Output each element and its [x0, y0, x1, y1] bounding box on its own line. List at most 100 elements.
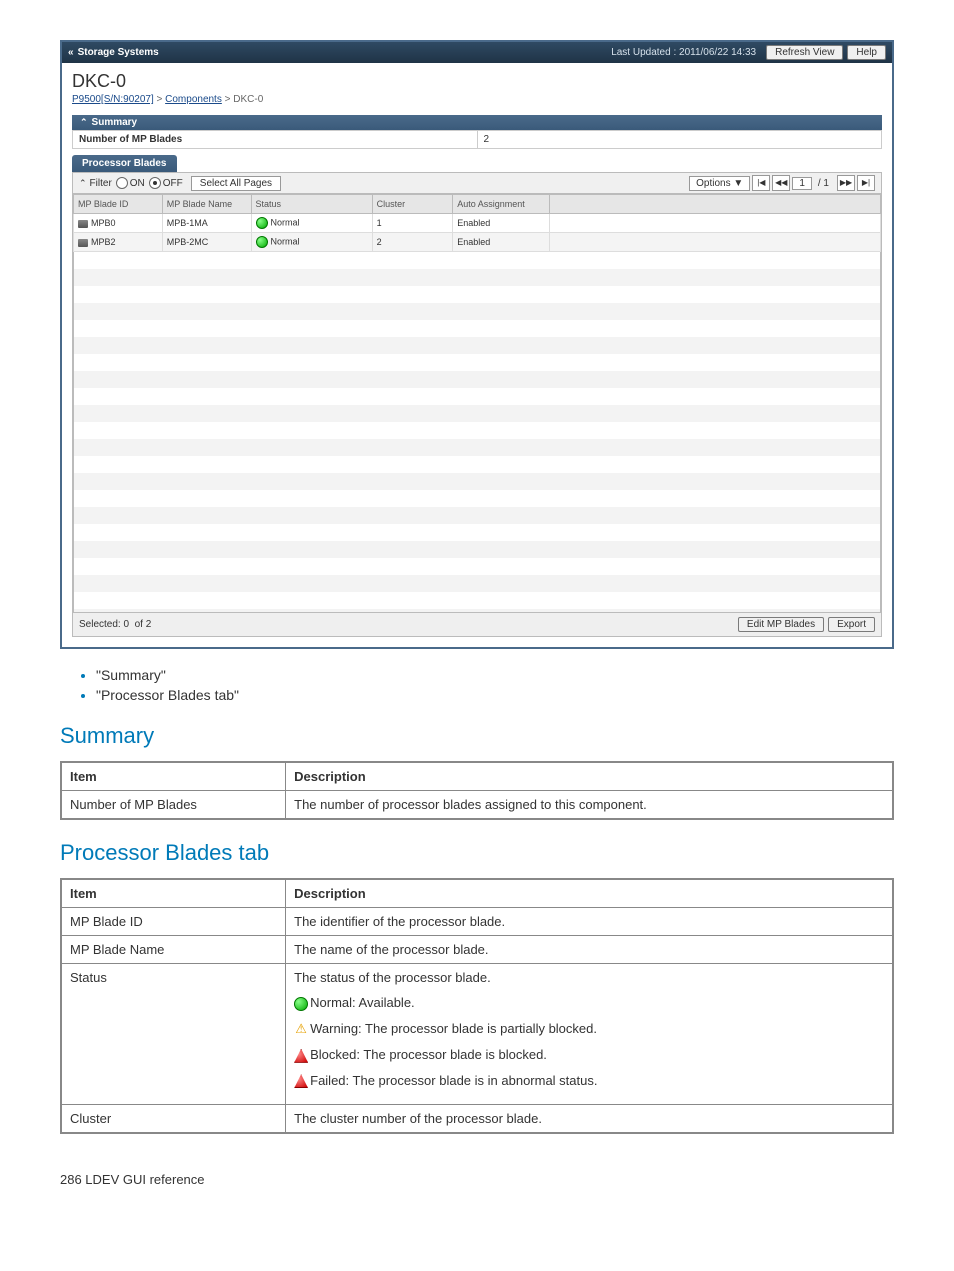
grid-col-id[interactable]: MP Blade ID [74, 195, 163, 214]
app-window: « Storage Systems Last Updated : 2011/06… [60, 40, 894, 649]
pager-current-page[interactable]: 1 [792, 177, 812, 190]
help-button[interactable]: Help [847, 45, 886, 60]
th-desc: Description [286, 879, 893, 908]
list-item: "Summary" [96, 667, 894, 683]
cell-item: Status [61, 964, 286, 1105]
last-updated-label: Last Updated : 2011/06/22 14:33 [611, 47, 756, 58]
status-normal-icon [256, 217, 268, 229]
status-failed-icon [294, 1074, 308, 1088]
cell-id: MPB0 [91, 218, 116, 228]
summary-section-header[interactable]: ⌃ Summary [72, 115, 882, 130]
summary-row: Number of MP Blades 2 [72, 130, 882, 149]
summary-title: Summary [92, 117, 138, 128]
status-normal-text: Normal: Available. [310, 995, 415, 1010]
cell-item: MP Blade ID [61, 908, 286, 936]
grid-col-spacer [550, 195, 881, 214]
status-normal-icon [256, 236, 268, 248]
cell-auto: Enabled [453, 214, 550, 233]
grid-col-cluster[interactable]: Cluster [372, 195, 453, 214]
filter-off-label: OFF [163, 178, 183, 189]
cell-cluster: 2 [372, 233, 453, 252]
tab-processor-blades[interactable]: Processor Blades [72, 155, 177, 172]
cell-cluster: 1 [372, 214, 453, 233]
list-item: "Processor Blades tab" [96, 687, 894, 703]
pager-last-button[interactable]: ▶| [857, 175, 875, 191]
pager-next-button[interactable]: ▶▶ [837, 175, 855, 191]
grid-header-row: MP Blade ID MP Blade Name Status Cluster… [74, 195, 881, 214]
grid-col-name[interactable]: MP Blade Name [162, 195, 251, 214]
cell-name: MPB-1MA [162, 214, 251, 233]
collapse-caret-icon: ⌃ [79, 178, 87, 189]
selected-count: 0 [123, 619, 129, 630]
blade-icon [78, 220, 88, 228]
cell-desc: The cluster number of the processor blad… [286, 1105, 893, 1134]
grid-empty-area [73, 252, 881, 613]
status-failed-text: Failed: The processor blade is in abnorm… [310, 1073, 597, 1088]
table-row: MP Blade Name The name of the processor … [61, 936, 893, 964]
app-title: Storage Systems [78, 47, 612, 58]
status-warning-icon: ⚠ [295, 1021, 307, 1037]
export-button[interactable]: Export [828, 617, 875, 632]
summary-row-label: Number of MP Blades [73, 131, 478, 148]
options-dropdown[interactable]: Options ▼ [689, 176, 750, 191]
summary-row-value: 2 [478, 131, 882, 148]
blade-icon [78, 239, 88, 247]
status-blocked-icon [294, 1049, 308, 1063]
breadcrumb: P9500[S/N:90207] > Components > DKC-0 [72, 94, 882, 105]
selected-total: 2 [146, 619, 152, 630]
breadcrumb-current: DKC-0 [233, 94, 263, 105]
select-all-pages-button[interactable]: Select All Pages [191, 176, 281, 191]
filter-on-radio[interactable] [116, 177, 128, 189]
collapse-caret-icon: ⌃ [80, 117, 88, 128]
cell-desc: The identifier of the processor blade. [286, 908, 893, 936]
cell-id: MPB2 [91, 237, 116, 247]
app-header: « Storage Systems Last Updated : 2011/06… [62, 42, 892, 63]
table-row[interactable]: MPB0 MPB-1MA Normal 1 Enabled [74, 214, 881, 233]
page-footer: 286 LDEV GUI reference [60, 1172, 894, 1187]
grid-status-bar: Selected: 0 of 2 Edit MP Blades Export [72, 613, 882, 637]
cell-status: Normal [271, 236, 300, 246]
filter-on-label: ON [130, 178, 145, 189]
table-row[interactable]: MPB2 MPB-2MC Normal 2 Enabled [74, 233, 881, 252]
cell-item: Number of MP Blades [61, 791, 286, 820]
th-desc: Description [286, 762, 893, 791]
doc-heading-pb-tab: Processor Blades tab [60, 840, 894, 866]
cell-desc: The number of processor blades assigned … [286, 791, 893, 820]
processor-blades-grid: MP Blade ID MP Blade Name Status Cluster… [73, 194, 881, 252]
breadcrumb-link-components[interactable]: Components [165, 94, 222, 105]
pager-total-pages: / 1 [812, 178, 835, 189]
grid-container: MP Blade ID MP Blade Name Status Cluster… [72, 194, 882, 613]
cell-name: MPB-2MC [162, 233, 251, 252]
filter-off-radio[interactable] [149, 177, 161, 189]
th-item: Item [61, 879, 286, 908]
table-row: Status The status of the processor blade… [61, 964, 893, 1105]
doc-pb-table: Item Description MP Blade ID The identif… [60, 878, 894, 1134]
grid-toolbar: ⌃ Filter ON OFF Select All Pages Options… [72, 172, 882, 194]
cell-desc: The status of the processor blade. Norma… [286, 964, 893, 1105]
table-row: Cluster The cluster number of the proces… [61, 1105, 893, 1134]
status-desc-line: The status of the processor blade. [294, 970, 884, 985]
status-normal-icon [294, 997, 308, 1011]
refresh-view-button[interactable]: Refresh View [766, 45, 843, 60]
table-row: MP Blade ID The identifier of the proces… [61, 908, 893, 936]
page-title: DKC-0 [72, 71, 882, 92]
doc-heading-summary: Summary [60, 723, 894, 749]
doc-summary-table: Item Description Number of MP Blades The… [60, 761, 894, 820]
status-warning-text: Warning: The processor blade is partiall… [310, 1021, 597, 1036]
pager-prev-button[interactable]: ◀◀ [772, 175, 790, 191]
cell-status: Normal [271, 217, 300, 227]
doc-link-list: "Summary" "Processor Blades tab" [60, 667, 894, 703]
grid-col-status[interactable]: Status [251, 195, 372, 214]
selected-label: Selected: [79, 619, 121, 630]
pager-first-button[interactable]: |◀ [752, 175, 770, 191]
edit-mp-blades-button[interactable]: Edit MP Blades [738, 617, 824, 632]
breadcrumb-link-root[interactable]: P9500[S/N:90207] [72, 94, 154, 105]
th-item: Item [61, 762, 286, 791]
collapse-icon[interactable]: « [68, 47, 74, 58]
cell-auto: Enabled [453, 233, 550, 252]
cell-item: Cluster [61, 1105, 286, 1134]
grid-col-auto[interactable]: Auto Assignment [453, 195, 550, 214]
of-label: of [135, 619, 143, 630]
page-header: DKC-0 P9500[S/N:90207] > Components > DK… [62, 63, 892, 109]
table-row: Number of MP Blades The number of proces… [61, 791, 893, 820]
